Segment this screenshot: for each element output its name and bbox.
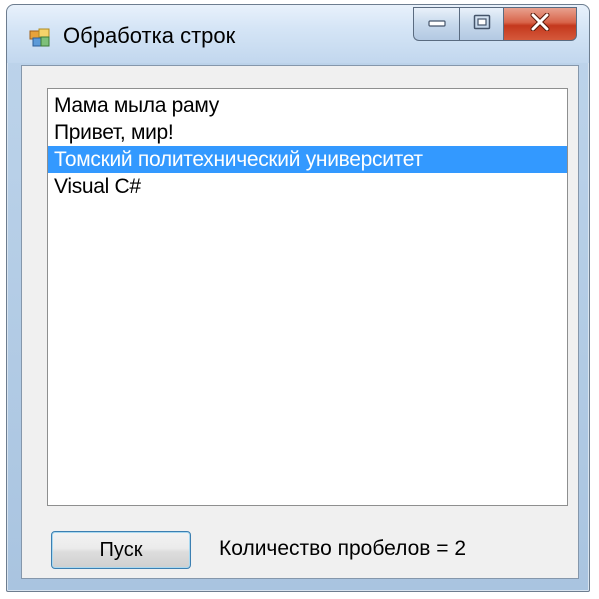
start-button[interactable]: Пуск — [51, 531, 191, 569]
list-item[interactable]: Привет, мир! — [48, 119, 567, 146]
strings-listbox[interactable]: Мама мыла раму Привет, мир! Томский поли… — [47, 88, 568, 506]
maximize-button[interactable] — [459, 7, 503, 41]
spaces-count-label: Количество пробелов = 2 — [219, 537, 467, 560]
client-area: Мама мыла раму Привет, мир! Томский поли… — [21, 65, 579, 579]
list-item[interactable]: Visual C# — [48, 173, 567, 200]
app-window: Обработка строк Мама мыла раму Привет, м… — [6, 4, 590, 592]
caption-buttons — [413, 7, 577, 41]
close-icon — [529, 12, 551, 36]
title-bar[interactable]: Обработка строк — [7, 5, 589, 63]
minimize-button[interactable] — [413, 7, 459, 41]
list-item-selected[interactable]: Томский политехнический университет — [48, 146, 567, 173]
close-button[interactable] — [503, 7, 577, 41]
minimize-icon — [427, 15, 446, 33]
maximize-icon — [473, 14, 491, 35]
window-title: Обработка строк — [63, 23, 236, 48]
list-item[interactable]: Мама мыла раму — [48, 92, 567, 119]
app-window-icon[interactable] — [29, 28, 51, 48]
